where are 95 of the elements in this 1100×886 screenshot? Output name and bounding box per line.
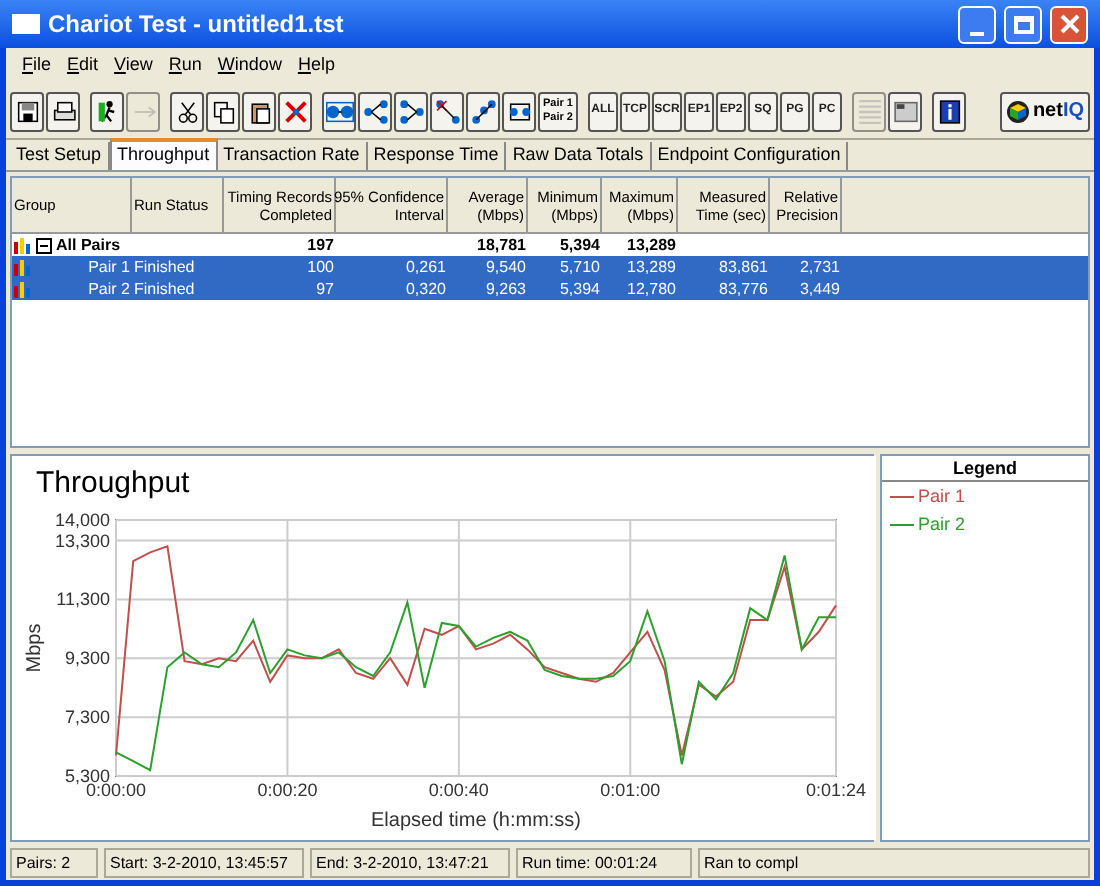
x-tick-label: 0:00:00 <box>85 780 147 800</box>
table-cell: 97 <box>316 277 334 301</box>
table-cell: 18,781 <box>477 233 526 257</box>
pair-icon <box>325 97 353 125</box>
toolbar-button[interactable] <box>206 91 240 131</box>
save-icon <box>13 97 41 125</box>
fan-out-icon <box>361 97 389 125</box>
table-cell: 5,394 <box>559 233 600 257</box>
y-tick-label: 9,300 <box>64 648 110 669</box>
toolbar-button[interactable] <box>10 91 44 131</box>
table-cell: All Pairs <box>56 233 121 257</box>
toolbar-button[interactable] <box>888 91 922 131</box>
info-icon <box>935 97 963 125</box>
copy-icon <box>209 97 237 125</box>
status-field: Pairs: 2 <box>10 848 98 878</box>
menu-item[interactable]: Help <box>289 52 343 80</box>
close-icon <box>1059 14 1079 34</box>
toolbar-button[interactable] <box>394 91 428 131</box>
legend-label: Pair 2 <box>918 511 966 537</box>
node-cross-icon <box>433 97 461 125</box>
y-tick-label: 13,300 <box>54 530 110 551</box>
collapse-icon[interactable] <box>36 237 52 253</box>
table-cell: 83,861 <box>719 255 768 279</box>
table-cell: 0,320 <box>405 277 446 301</box>
toolbar-button[interactable] <box>358 91 392 131</box>
table-cell: 9,263 <box>485 277 526 301</box>
table-cell: 83,776 <box>719 277 768 301</box>
y-tick-label: 5,300 <box>64 766 110 786</box>
x-tick-label: 0:01:00 <box>600 780 661 800</box>
table-cell: Finished <box>134 255 195 279</box>
y-tick-label: 11,300 <box>56 589 110 610</box>
table-cell: 0,261 <box>405 255 446 279</box>
status-field: End: 3-2-2010, 13:47:21 <box>310 848 510 878</box>
toolbar-button[interactable] <box>430 91 464 131</box>
x-axis-label: Elapsed time (h:mm:ss) <box>370 810 582 832</box>
tab[interactable]: Throughput <box>109 138 218 170</box>
table-cell: 2,731 <box>799 255 840 279</box>
table-cell: 9,540 <box>485 255 526 279</box>
toolbar-button[interactable] <box>242 91 276 131</box>
table-cell: Pair 2 <box>88 277 130 301</box>
netiq-logo-button[interactable]: netIQ <box>1000 91 1090 131</box>
table-cell: 5,394 <box>559 277 600 301</box>
menu-item[interactable]: Edit <box>59 52 107 80</box>
close-button[interactable] <box>1050 5 1088 43</box>
status-field: Start: 3-2-2010, 13:45:57 <box>104 848 304 878</box>
x-tick-label: 0:01:24 <box>805 780 867 800</box>
toolbar-button[interactable] <box>502 91 536 131</box>
table-cell: 13,289 <box>627 233 676 257</box>
paste-icon <box>245 97 273 125</box>
table-cell: 5,710 <box>559 255 600 279</box>
y-tick-label: 7,300 <box>64 707 110 728</box>
table-cell: 197 <box>307 233 334 257</box>
table-cell: Pair 1 <box>88 255 130 279</box>
toolbar-button[interactable] <box>322 91 356 131</box>
menu-item[interactable]: Run <box>160 52 210 80</box>
window-title: Chariot Test - untitled1.tst <box>48 8 346 42</box>
table-cell: 12,780 <box>627 277 676 301</box>
chart-title: Throughput <box>34 464 192 504</box>
y-tick-label: 14,000 <box>54 510 110 530</box>
table-cell: 13,289 <box>627 255 676 279</box>
printer-icon <box>49 97 77 125</box>
x-tick-label: 0:00:20 <box>257 780 318 800</box>
logo-text: netIQ <box>1032 98 1084 126</box>
toolbar-button[interactable] <box>46 91 80 131</box>
menu-item[interactable]: Window <box>209 52 290 80</box>
status-field: Run time: 00:01:24 <box>516 848 692 878</box>
lines-icon <box>855 97 883 125</box>
cube-icon <box>1006 99 1031 123</box>
toolbar-button[interactable] <box>278 91 312 131</box>
chain-icon <box>469 97 497 125</box>
window-icon <box>12 14 40 34</box>
table-row[interactable]: Pair 2 Finished 97 0,320 9,263 5,394 12,780 83,776 3,449 <box>12 278 1088 300</box>
menu-item[interactable]: File <box>14 52 60 80</box>
y-axis-label: Mbps <box>24 623 46 673</box>
fan-in-icon <box>397 97 425 125</box>
window-icon <box>891 97 919 125</box>
maximize-button[interactable] <box>1004 5 1042 43</box>
toolbar-button[interactable] <box>932 91 966 131</box>
delete-icon <box>281 97 309 125</box>
legend-title: Legend <box>882 456 1088 482</box>
table-cell: 100 <box>307 255 334 279</box>
toolbar-button[interactable] <box>90 91 124 131</box>
scissors-icon <box>173 97 201 125</box>
menu-item[interactable]: View <box>106 52 161 80</box>
table-row[interactable]: Pair 1 Finished 100 0,261 9,540 5,710 13,289 83,861 2,731 <box>12 256 1088 278</box>
x-tick-label: 0:00:40 <box>428 780 489 800</box>
toolbar-button[interactable] <box>466 91 500 131</box>
toolbar-button[interactable] <box>170 91 204 131</box>
table-cell: Finished <box>134 277 195 301</box>
tab[interactable]: Test Setup <box>10 142 110 170</box>
status-field: Ran to compl <box>698 848 1090 878</box>
tab[interactable]: Transaction Rate <box>217 142 368 170</box>
minimize-button[interactable] <box>958 5 996 43</box>
table-cell: 3,449 <box>799 277 840 301</box>
legend-label: Pair 1 <box>918 484 966 510</box>
